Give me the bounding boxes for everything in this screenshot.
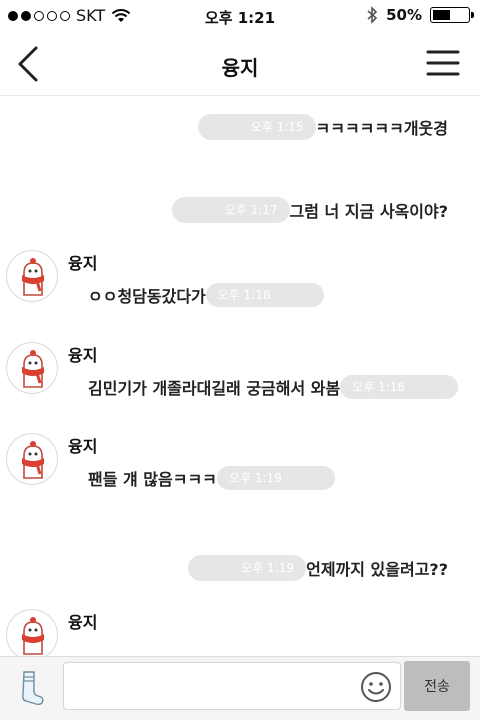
- message-text: ㅇㅇ청담동갔다가: [88, 287, 206, 306]
- message-text: 그럼 너 지금 사옥이야?: [289, 202, 448, 221]
- message-text: ㅋㅋㅋㅋㅋㅋ개웃경: [315, 119, 448, 138]
- message-timestamp: 오후 1:15: [197, 114, 316, 140]
- battery-fill: [433, 10, 450, 20]
- sender-name: 융지: [68, 254, 98, 273]
- send-button[interactable]: 전송: [404, 661, 470, 711]
- bluetooth-icon: [367, 6, 378, 24]
- sent-message: 오후 1:15 ㅋㅋㅋㅋㅋㅋ개웃경: [197, 114, 448, 140]
- battery-icon: [430, 7, 474, 23]
- sender-name: 융지: [68, 437, 98, 456]
- message-text: 김민기가 개졸라대길래 궁금해서 와봄: [88, 379, 341, 398]
- message-timestamp: 오후 1:19: [188, 555, 307, 581]
- mitten-character-icon: [22, 258, 44, 296]
- sent-message: 오후 1:19 언제까지 있을려고??: [188, 555, 448, 581]
- mitten-character-icon: [22, 441, 44, 479]
- received-message-row: 김민기가 개졸라대길래 궁금해서 와봄 오후 1:18: [88, 375, 459, 399]
- mitten-character-icon: [22, 350, 44, 388]
- menu-button[interactable]: [426, 48, 460, 78]
- received-message-row: 팬들 걔 많음ㅋㅋㅋ 오후 1:19: [88, 466, 335, 490]
- message-timestamp: 오후 1:18: [340, 375, 459, 399]
- message-input-bar: 전송: [0, 656, 480, 720]
- battery-percent: 50%: [386, 6, 422, 24]
- avatar[interactable]: [6, 609, 58, 657]
- chat-title: 융지: [221, 56, 259, 80]
- received-message-row: ㅇㅇ청담동갔다가 오후 1:18: [88, 283, 324, 307]
- message-text: 팬들 걔 많음ㅋㅋㅋ: [88, 470, 217, 489]
- message-timestamp: 오후 1:17: [171, 197, 290, 223]
- chat-header: 융지: [0, 34, 480, 96]
- message-timestamp: 오후 1:19: [216, 466, 335, 490]
- sender-name: 융지: [68, 346, 98, 365]
- status-right: 50%: [366, 6, 474, 24]
- smiley-icon[interactable]: [360, 671, 392, 703]
- status-bar: SKT 오후 1:21 50%: [0, 0, 480, 34]
- avatar[interactable]: [6, 342, 58, 394]
- message-timestamp: 오후 1:18: [205, 283, 324, 307]
- mitten-character-icon: [22, 617, 44, 655]
- message-input[interactable]: [63, 662, 401, 710]
- sock-icon[interactable]: [12, 669, 46, 707]
- message-text: 언제까지 있을려고??: [306, 560, 448, 579]
- avatar[interactable]: [6, 433, 58, 485]
- avatar[interactable]: [6, 250, 58, 302]
- sender-name: 융지: [68, 613, 98, 632]
- chat-message-list[interactable]: 오후 1:15 ㅋㅋㅋㅋㅋㅋ개웃경 오후 1:17 그럼 너 지금 사옥이야? …: [0, 97, 480, 657]
- sent-message: 오후 1:17 그럼 너 지금 사옥이야?: [171, 197, 448, 223]
